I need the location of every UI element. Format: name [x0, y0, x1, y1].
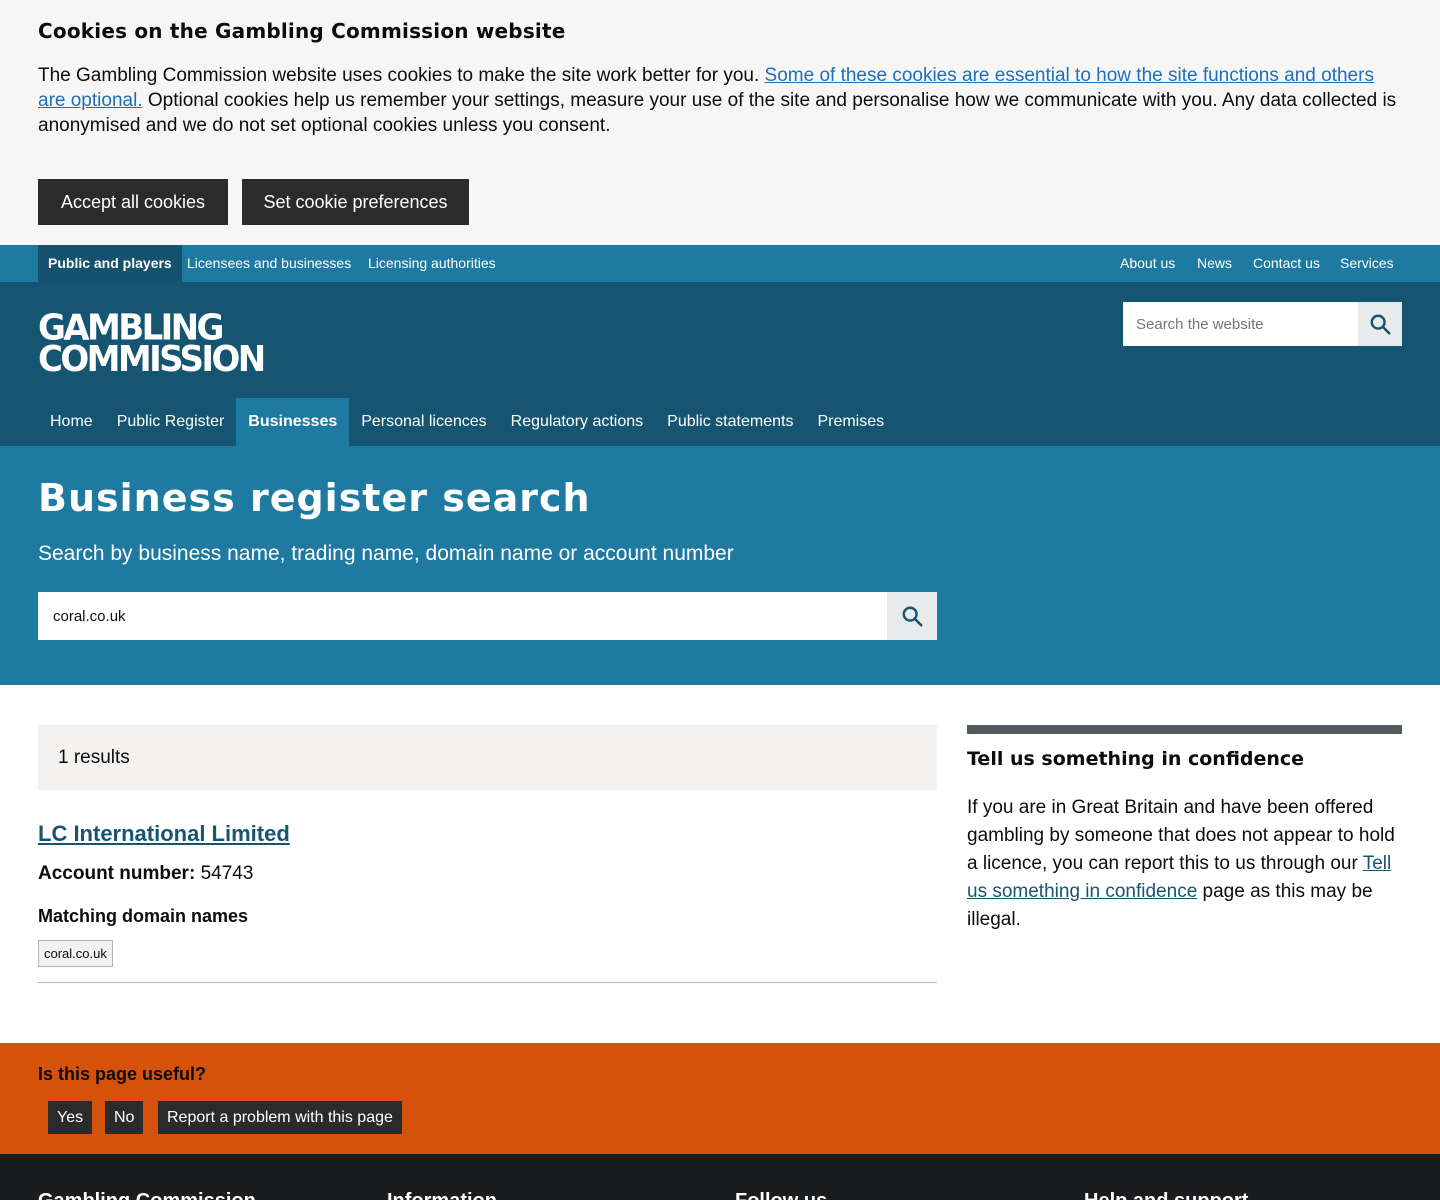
nav-home[interactable]: Home	[38, 398, 105, 446]
footer-heading-help-and-support: Help and support	[1084, 1190, 1248, 1200]
sidebar-accent-bar	[967, 725, 1402, 734]
result-divider	[38, 982, 937, 983]
results-count: 1 results	[38, 725, 937, 790]
result-business-name-link[interactable]: LC International Limited	[38, 821, 290, 847]
nav-businesses[interactable]: Businesses	[236, 398, 350, 446]
nav-regulatory-actions[interactable]: Regulatory actions	[499, 398, 656, 446]
cookie-banner-text: The Gambling Commission website uses coo…	[38, 63, 1402, 138]
audience-public-and-players[interactable]: Public and players	[38, 245, 182, 282]
business-search-button[interactable]	[887, 592, 937, 640]
set-cookie-preferences-button[interactable]: Set cookie preferences	[242, 179, 469, 225]
utility-services[interactable]: Services	[1340, 245, 1394, 282]
logo-line-2: COMMISSION	[38, 338, 266, 381]
site-header: GAMBLING COMMISSION Home Public Register…	[0, 282, 1440, 446]
feedback-question: Is this page useful?	[38, 1064, 207, 1084]
footer-heading-follow-us: Follow us	[735, 1190, 827, 1200]
audience-licensing-authorities[interactable]: Licensing authorities	[358, 245, 506, 282]
matching-domains-heading: Matching domain names	[38, 906, 249, 926]
cookie-banner-title: Cookies on the Gambling Commission websi…	[38, 19, 566, 43]
nav-public-statements[interactable]: Public statements	[655, 398, 805, 446]
domain-tag: coral.co.uk	[38, 940, 113, 967]
utility-news[interactable]: News	[1197, 245, 1232, 282]
account-number-label: Account number:	[38, 863, 196, 884]
cookie-text-end: Optional cookies help us remember your s…	[38, 90, 1397, 136]
audience-licensees-and-businesses[interactable]: Licensees and businesses	[177, 245, 361, 282]
sidebar-text-start: If you are in Great Britain and have bee…	[967, 797, 1395, 874]
footer-heading-gambling-commission: Gambling Commission	[38, 1190, 256, 1200]
sidebar-text: If you are in Great Britain and have bee…	[967, 794, 1397, 934]
page-feedback: Is this page useful? Yes No Report a pro…	[0, 1043, 1440, 1154]
result-account-number: Account number: 54743	[38, 863, 253, 885]
utility-about-us[interactable]: About us	[1120, 245, 1175, 282]
site-search-input[interactable]	[1123, 302, 1358, 346]
report-problem-button[interactable]: Report a problem with this page	[158, 1101, 402, 1134]
main-navigation: Home Public Register Businesses Personal…	[38, 398, 896, 446]
business-search	[38, 592, 937, 640]
feedback-no-button[interactable]: No	[105, 1101, 144, 1134]
page-lead: Search by business name, trading name, d…	[38, 542, 734, 565]
search-hero: Business register search Search by busin…	[0, 446, 1440, 685]
account-number-value: 54743	[200, 863, 254, 884]
nav-premises[interactable]: Premises	[805, 398, 896, 446]
feedback-yes-button[interactable]: Yes	[48, 1101, 93, 1134]
nav-public-register[interactable]: Public Register	[105, 398, 237, 446]
cookie-banner: Cookies on the Gambling Commission websi…	[0, 0, 1440, 245]
site-search-button[interactable]	[1358, 302, 1402, 346]
nav-personal-licences[interactable]: Personal licences	[349, 398, 498, 446]
site-footer: Gambling Commission Information Follow u…	[0, 1154, 1440, 1200]
search-icon	[1370, 314, 1391, 335]
gambling-commission-logo[interactable]: GAMBLING COMMISSION	[38, 310, 266, 381]
search-icon	[902, 606, 923, 627]
business-search-input[interactable]	[38, 592, 887, 640]
footer-heading-information: Information	[387, 1190, 497, 1200]
page-title: Business register search	[38, 476, 591, 520]
utility-contact-us[interactable]: Contact us	[1253, 245, 1320, 282]
sidebar-title: Tell us something in confidence	[967, 748, 1305, 770]
site-search	[1123, 302, 1402, 346]
audience-bar: Public and players Licensees and busines…	[0, 245, 1440, 282]
accept-all-cookies-button[interactable]: Accept all cookies	[38, 179, 228, 225]
cookie-text-start: The Gambling Commission website uses coo…	[38, 65, 765, 86]
